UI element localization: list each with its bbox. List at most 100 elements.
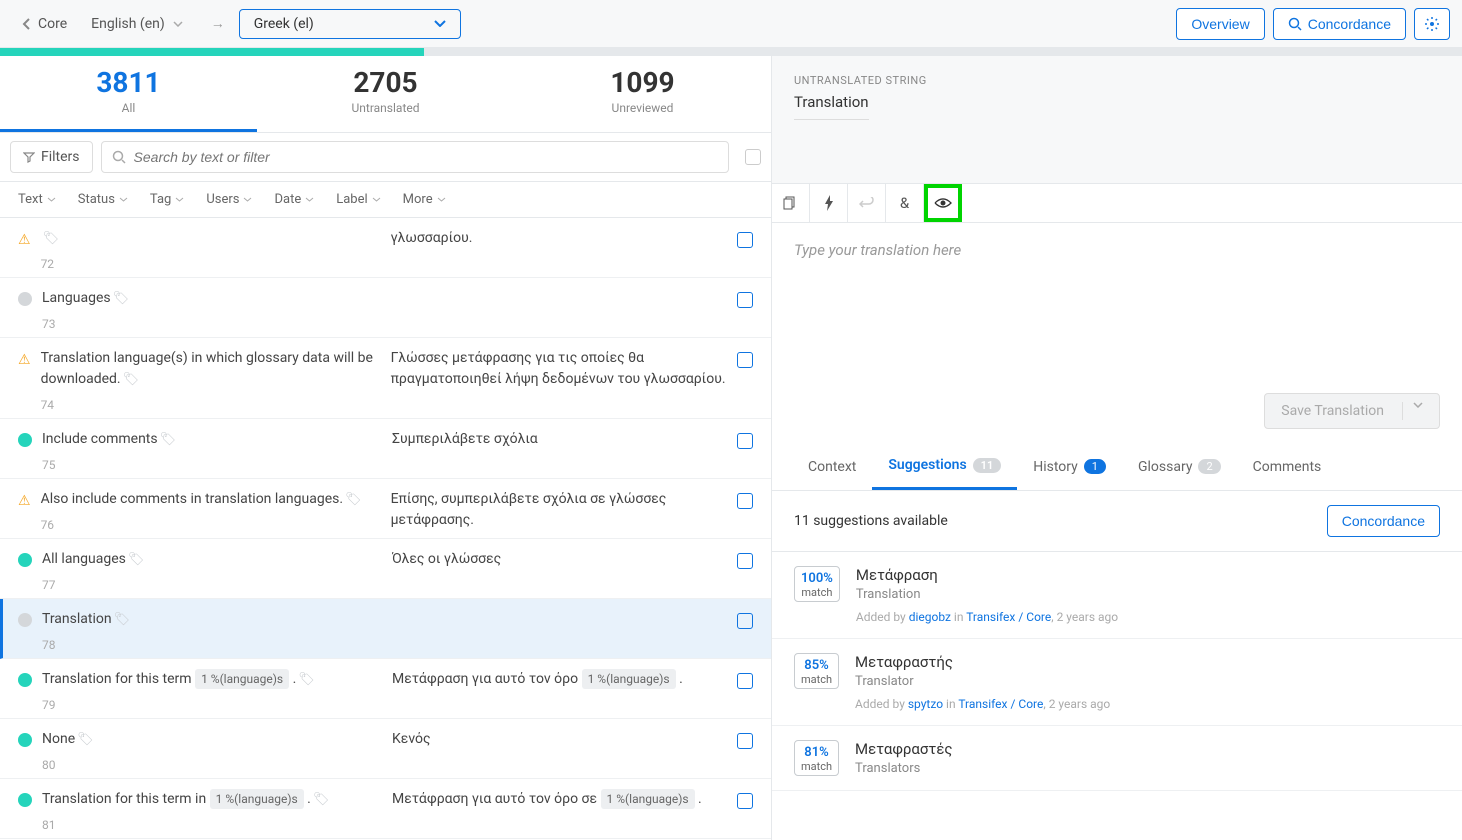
back-label: Core <box>38 16 67 32</box>
select-all-checkbox[interactable] <box>745 149 761 165</box>
chevron-down-icon <box>173 21 183 27</box>
chevron-down-icon <box>1413 402 1423 408</box>
string-row[interactable]: Languages🏷73 <box>0 278 771 338</box>
copy-source-button[interactable] <box>772 184 810 222</box>
save-dropdown-toggle[interactable] <box>1402 402 1423 420</box>
string-row[interactable]: All languages🏷 77 Όλες οι γλώσσες <box>0 539 771 599</box>
suggestion-project-link[interactable]: Transifex / Core <box>958 697 1043 711</box>
sort-status[interactable]: Status <box>78 192 128 207</box>
tab-glossary[interactable]: Glossary2 <box>1122 443 1237 490</box>
source-text: Translation language(s) in which glossar… <box>41 350 373 387</box>
suggestion-item[interactable]: 85%matchΜεταφραστήςTranslatorAdded by sp… <box>772 639 1462 726</box>
chevron-down-icon <box>434 20 446 27</box>
suggestion-user-link[interactable]: spytzo <box>908 697 943 711</box>
progress-bar <box>0 48 1462 56</box>
stat-unreviewed[interactable]: 1099 Unreviewed <box>514 56 771 132</box>
translation-input[interactable]: Type your translation here <box>794 241 1440 259</box>
tag-icon: 🏷 <box>313 792 330 807</box>
string-row[interactable]: ⚠Also include comments in translation la… <box>0 479 771 539</box>
row-checkbox[interactable] <box>737 493 753 509</box>
row-checkbox[interactable] <box>737 613 753 629</box>
toggle-preview-button[interactable] <box>924 184 962 222</box>
search-input[interactable] <box>134 149 718 165</box>
editor-source-text: Translation <box>794 93 869 120</box>
source-text: Also include comments in translation lan… <box>41 491 343 507</box>
back-button[interactable]: Core <box>12 10 77 38</box>
row-checkbox[interactable] <box>737 793 753 809</box>
row-index: 80 <box>42 756 382 774</box>
row-checkbox[interactable] <box>737 232 753 248</box>
undo-icon <box>859 197 875 209</box>
stat-all[interactable]: 3811 All <box>0 56 257 132</box>
suggestion-translation: Μεταφραστής <box>855 653 1440 671</box>
sort-label[interactable]: Label <box>336 192 380 207</box>
string-row[interactable]: Translation for this term 1 %(language)s… <box>0 659 771 719</box>
tab-context[interactable]: Context <box>792 443 872 490</box>
settings-button[interactable] <box>1414 8 1450 40</box>
lightning-icon <box>824 195 834 211</box>
warning-icon: ⚠ <box>18 352 31 414</box>
row-checkbox[interactable] <box>737 733 753 749</box>
row-index: 77 <box>42 576 382 594</box>
match-percentage: 85%match <box>794 653 839 689</box>
suggestion-user-link[interactable]: diegobz <box>909 610 951 624</box>
stat-untranslated[interactable]: 2705 Untranslated <box>257 56 514 132</box>
undo-button[interactable] <box>848 184 886 222</box>
translation-text: Όλες οι γλώσσες <box>392 551 501 567</box>
row-checkbox[interactable] <box>737 352 753 368</box>
target-language-select[interactable]: Greek (el) <box>239 9 461 39</box>
sort-tag[interactable]: Tag <box>150 192 184 207</box>
suggestion-translation: Μεταφραστές <box>855 740 1440 758</box>
ampersand-icon: & <box>900 194 909 212</box>
search-input-wrapper[interactable] <box>101 141 729 173</box>
sort-users[interactable]: Users <box>206 192 252 207</box>
tag-icon: 🏷 <box>128 552 145 567</box>
tab-history[interactable]: History1 <box>1017 443 1122 490</box>
overview-button[interactable]: Overview <box>1176 8 1264 40</box>
source-text: Include comments <box>42 431 158 447</box>
source-language[interactable]: English (en) <box>77 10 197 38</box>
source-text: Translation for this term <box>42 671 192 687</box>
concordance-button[interactable]: Concordance <box>1273 8 1406 40</box>
sort-date[interactable]: Date <box>274 192 314 207</box>
string-row[interactable]: ⚠🏷72γλωσσαρίου. <box>0 218 771 278</box>
translation-text: γλωσσαρίου. <box>391 230 473 246</box>
row-checkbox[interactable] <box>737 673 753 689</box>
save-translation-button[interactable]: Save Translation <box>1264 393 1440 429</box>
string-row[interactable]: Include comments🏷75Συμπεριλάβετε σχόλια <box>0 419 771 479</box>
suggestion-item[interactable]: 100%matchΜετάφρασηTranslationAdded by di… <box>772 552 1462 639</box>
eye-icon <box>934 197 952 209</box>
source-text: All languages <box>42 551 126 567</box>
tab-suggestions[interactable]: Suggestions11 <box>872 443 1017 490</box>
string-row[interactable]: Translation🏷78 <box>0 599 771 659</box>
sort-more[interactable]: More <box>403 192 446 207</box>
row-checkbox[interactable] <box>737 553 753 569</box>
tab-comments[interactable]: Comments <box>1237 443 1338 490</box>
suggestion-translation: Μετάφραση <box>856 566 1440 584</box>
tag-icon: 🏷 <box>123 372 140 387</box>
string-row[interactable]: None🏷80Κενός <box>0 719 771 779</box>
suggestion-project-link[interactable]: Transifex / Core <box>966 610 1051 624</box>
search-icon <box>112 150 126 164</box>
special-chars-button[interactable]: & <box>886 184 924 222</box>
sort-text[interactable]: Text <box>18 192 56 207</box>
chevron-down-icon <box>47 197 56 202</box>
match-percentage: 81%match <box>794 740 839 776</box>
machine-translate-button[interactable] <box>810 184 848 222</box>
gear-icon <box>1424 16 1440 32</box>
suggestion-item[interactable]: 81%matchΜεταφραστέςTranslators <box>772 726 1462 791</box>
copy-icon <box>783 196 798 211</box>
row-index: 78 <box>42 636 382 654</box>
filters-button[interactable]: Filters <box>10 141 93 173</box>
concordance-button-panel[interactable]: Concordance <box>1327 505 1440 537</box>
row-index: 75 <box>42 456 382 474</box>
chevron-down-icon <box>437 197 446 202</box>
warning-icon: ⚠ <box>18 232 31 273</box>
status-dot <box>18 673 32 687</box>
row-checkbox[interactable] <box>737 292 753 308</box>
string-row[interactable]: Translation for this term in 1 %(languag… <box>0 779 771 839</box>
source-text: None <box>42 731 75 747</box>
string-row[interactable]: ⚠ Translation language(s) in which glossa… <box>0 338 771 419</box>
row-checkbox[interactable] <box>737 433 753 449</box>
tag-icon: 🏷 <box>160 432 177 447</box>
